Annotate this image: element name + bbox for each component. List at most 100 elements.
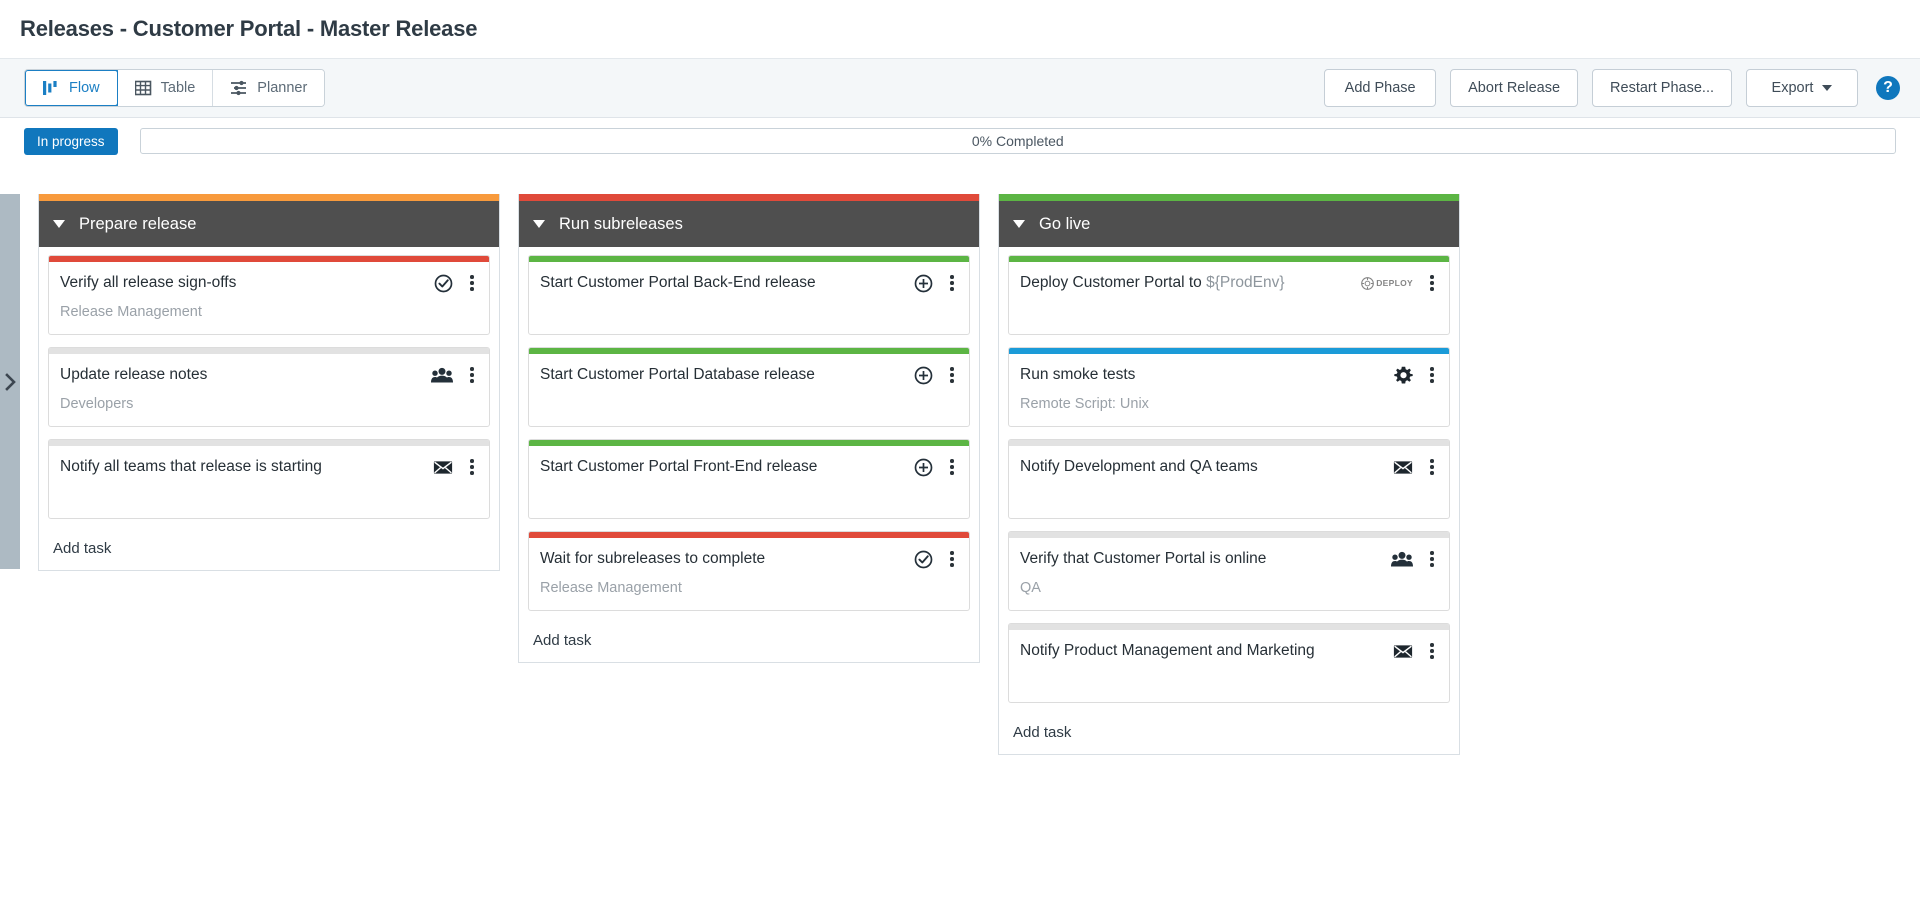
task-card-header: Start Customer Portal Database release [540, 365, 959, 385]
task-title: Verify that Customer Portal is online [1020, 550, 1267, 567]
phase-title: Prepare release [79, 214, 197, 233]
task-card[interactable]: Notify Development and QA teams [1008, 439, 1450, 519]
task-menu-icon[interactable] [1425, 549, 1439, 569]
task-card-header: Run smoke tests [1020, 365, 1439, 385]
export-button[interactable]: Export [1746, 69, 1858, 107]
task-menu-icon[interactable] [465, 273, 479, 293]
task-card-header: Deploy Customer Portal to ${ProdEnv} DEPL… [1020, 273, 1439, 293]
task-card-header: Start Customer Portal Front-End release [540, 457, 959, 477]
export-label: Export [1771, 80, 1814, 96]
task-menu-icon[interactable] [1425, 641, 1439, 661]
task-card-body: Start Customer Portal Back-End release [529, 262, 969, 334]
task-subtitle: Release Management [60, 304, 202, 320]
task-card[interactable]: Verify that Customer Portal is online QA [1008, 531, 1450, 611]
sidebar-toggle-handle[interactable] [0, 194, 20, 569]
task-card-header: Verify all release sign-offs [60, 273, 479, 293]
deploy-logo-icon[interactable]: DEPLOY [1361, 273, 1413, 293]
envelope-icon[interactable] [1393, 641, 1413, 661]
plus-circle-icon[interactable] [913, 457, 933, 477]
phase-column: Prepare release Verify all release sign-o… [38, 194, 500, 571]
phase-collapse-icon[interactable] [53, 220, 65, 228]
plus-circle-icon[interactable] [913, 365, 933, 385]
plus-circle-icon[interactable] [913, 273, 933, 293]
phase-collapse-icon[interactable] [533, 220, 545, 228]
task-menu-icon[interactable] [945, 273, 959, 293]
add-task-button[interactable]: Add task [528, 623, 970, 662]
phase-status-bar [39, 194, 499, 201]
task-card[interactable]: Start Customer Portal Back-End release [528, 255, 970, 335]
task-menu-icon[interactable] [1425, 273, 1439, 293]
task-card[interactable]: Update release notes Developers [48, 347, 490, 427]
task-title: Wait for subreleases to complete [540, 550, 766, 567]
tab-table-label: Table [160, 80, 196, 96]
task-title: Start Customer Portal Front-End release [540, 458, 818, 475]
phase-title: Go live [1039, 214, 1091, 233]
task-menu-icon[interactable] [465, 457, 479, 477]
gear-icon[interactable] [1393, 365, 1413, 385]
task-card[interactable]: Wait for subreleases to complete Release … [528, 531, 970, 611]
phase-column: Go live Deploy Customer Portal to ${ProdE… [998, 194, 1460, 755]
task-card[interactable]: Run smoke tests Remote Script: Unix [1008, 347, 1450, 427]
task-card-header: Update release notes [60, 365, 479, 385]
task-subtitle: Release Management [540, 580, 682, 596]
phase-task-list: Deploy Customer Portal to ${ProdEnv} DEPL… [999, 247, 1459, 754]
restart-phase-button[interactable]: Restart Phase... [1592, 69, 1732, 107]
tab-table[interactable]: Table [117, 70, 214, 106]
planner-icon [230, 80, 248, 96]
task-title: Verify all release sign-offs [60, 274, 237, 291]
task-title-variable: ${ProdEnv} [1206, 274, 1285, 291]
abort-release-button[interactable]: Abort Release [1450, 69, 1579, 107]
phase-header: Run subreleases [519, 201, 979, 247]
phase-columns: Prepare release Verify all release sign-o… [0, 164, 1920, 755]
task-menu-icon[interactable] [465, 365, 479, 385]
task-subtitle: Developers [60, 396, 134, 412]
task-card[interactable]: Start Customer Portal Front-End release [528, 439, 970, 519]
task-title-text: Deploy Customer Portal to [1020, 274, 1207, 291]
task-menu-icon[interactable] [945, 365, 959, 385]
task-title: Notify Development and QA teams [1020, 458, 1258, 475]
task-card[interactable]: Verify all release sign-offs Release Mana… [48, 255, 490, 335]
task-title: Notify all teams that release is startin… [60, 458, 322, 475]
task-card[interactable]: Notify all teams that release is startin… [48, 439, 490, 519]
users-icon[interactable] [1391, 549, 1413, 569]
task-menu-icon[interactable] [945, 457, 959, 477]
task-card[interactable]: Deploy Customer Portal to ${ProdEnv} DEPL… [1008, 255, 1450, 335]
status-badge: In progress [24, 127, 118, 155]
envelope-icon[interactable] [433, 457, 453, 477]
task-title: Run smoke tests [1020, 366, 1136, 383]
task-menu-icon[interactable] [1425, 457, 1439, 477]
task-title: Start Customer Portal Back-End release [540, 274, 816, 291]
task-menu-icon[interactable] [1425, 365, 1439, 385]
add-phase-button[interactable]: Add Phase [1324, 69, 1437, 107]
tab-flow-label: Flow [69, 80, 100, 96]
tab-flow[interactable]: Flow [25, 70, 119, 106]
status-row: In progress 0% Completed [0, 118, 1920, 164]
task-card-header: Notify all teams that release is startin… [60, 457, 479, 477]
chevron-down-icon [1822, 85, 1833, 91]
add-phase-label: Add Phase [1344, 80, 1416, 96]
task-card-header: Verify that Customer Portal is online [1020, 549, 1439, 569]
task-menu-icon[interactable] [945, 549, 959, 569]
task-card-body: Verify that Customer Portal is online QA [1009, 538, 1449, 610]
restart-phase-label: Restart Phase... [1610, 80, 1714, 96]
phase-task-list: Verify all release sign-offs Release Mana… [39, 247, 499, 570]
page-title: Releases - Customer Portal - Master Rele… [20, 16, 478, 41]
tab-planner[interactable]: Planner [213, 70, 325, 106]
check-circle-icon[interactable] [913, 549, 933, 569]
release-progress-bar: 0% Completed [139, 128, 1896, 154]
abort-release-label: Abort Release [1468, 80, 1561, 96]
users-icon[interactable] [431, 365, 453, 385]
task-card-header: Wait for subreleases to complete [540, 549, 959, 569]
phase-task-list: Start Customer Portal Back-End release St… [519, 247, 979, 662]
envelope-icon[interactable] [1393, 457, 1413, 477]
task-card-body: Notify Product Management and Marketing [1009, 630, 1449, 702]
phase-collapse-icon[interactable] [1013, 220, 1025, 228]
add-task-button[interactable]: Add task [1008, 715, 1450, 754]
phase-status-bar [519, 194, 979, 201]
add-task-button[interactable]: Add task [48, 531, 490, 570]
task-card[interactable]: Notify Product Management and Marketing [1008, 623, 1450, 703]
task-card[interactable]: Start Customer Portal Database release [528, 347, 970, 427]
check-circle-icon[interactable] [433, 273, 453, 293]
task-subtitle: Remote Script: Unix [1020, 396, 1149, 412]
help-icon[interactable]: ? [1876, 76, 1900, 100]
